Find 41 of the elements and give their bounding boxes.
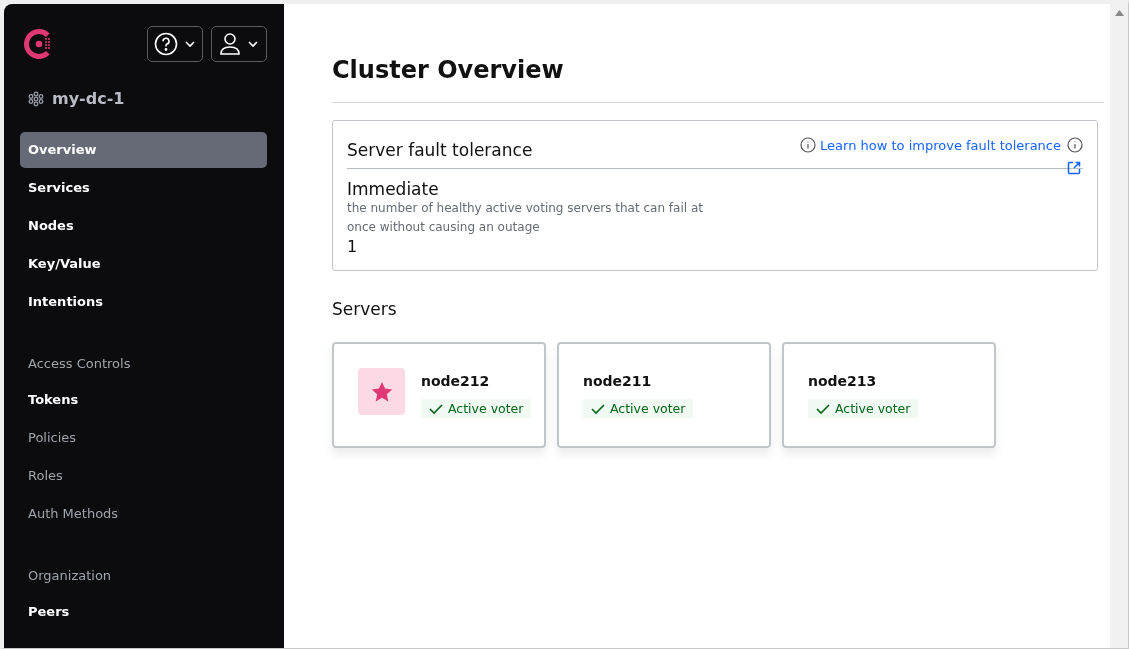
server-name: node213 <box>808 373 878 389</box>
nav-item[interactable]: Tokens <box>20 382 267 418</box>
check-icon <box>591 402 605 415</box>
status-text: Active voter <box>610 401 686 416</box>
server-name: node211 <box>583 373 653 389</box>
caret-icon <box>247 38 259 50</box>
server-name: node212 <box>421 373 491 389</box>
check-icon <box>429 402 443 415</box>
nav-item[interactable]: Policies <box>20 420 267 456</box>
scroll-up-icon[interactable] <box>1114 10 1124 16</box>
card-title: Server fault tolerance <box>347 140 533 160</box>
tolerance-value: 1 <box>347 237 359 256</box>
external-link-icon[interactable] <box>1067 161 1081 175</box>
help-icon <box>154 32 178 56</box>
nav-item[interactable]: Roles <box>20 458 267 494</box>
nav-section-heading: Access Controls <box>27 355 132 373</box>
tolerance-description: the number of healthy active voting servers that can fail at once without causing an outage <box>347 200 704 236</box>
nav-item[interactable]: Intentions <box>20 284 267 320</box>
info-icon <box>800 137 817 153</box>
nav-item[interactable]: Nodes <box>20 208 267 244</box>
status-text: Active voter <box>835 401 911 416</box>
page-title: Cluster Overview <box>332 56 1104 103</box>
status-text: Active voter <box>448 401 524 416</box>
help-menu-button[interactable] <box>147 26 203 62</box>
scrollbar[interactable] <box>1110 4 1128 648</box>
learn-more-link[interactable]: Learn how to improve fault tolerance <box>820 137 1061 153</box>
user-icon <box>219 32 241 56</box>
caret-icon <box>184 38 196 50</box>
info-icon <box>1067 137 1083 153</box>
nav-item[interactable]: Services <box>20 170 267 206</box>
check-icon <box>816 402 830 415</box>
user-menu-button[interactable] <box>211 26 267 62</box>
cluster-icon <box>28 90 44 107</box>
section-title: Servers <box>332 299 398 319</box>
nav-item[interactable]: Peers <box>20 594 267 630</box>
nav-item[interactable]: Key/Value <box>20 246 267 282</box>
nav-item[interactable]: Overview <box>20 132 267 168</box>
datacenter-name: my-dc-1 <box>52 89 125 108</box>
nav-item[interactable]: Auth Methods <box>20 496 267 532</box>
nav-section-heading: Organization <box>27 567 113 585</box>
tolerance-label: Immediate <box>347 179 440 199</box>
